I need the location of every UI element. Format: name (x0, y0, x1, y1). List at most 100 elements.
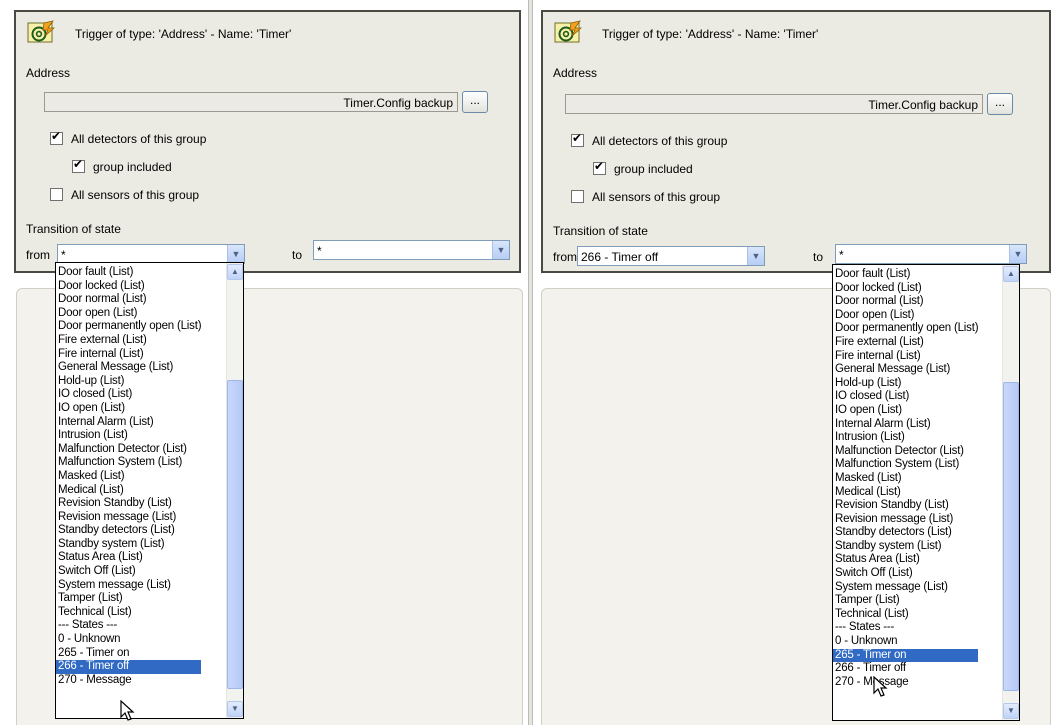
list-item[interactable]: Technical (List) (56, 606, 201, 620)
list-item[interactable]: 266 - Timer off (833, 662, 978, 676)
list-item[interactable]: Malfunction Detector (List) (833, 445, 978, 459)
group-included-checkbox[interactable]: ✔ group included (72, 157, 172, 174)
address-field[interactable]: Timer.Config backup (565, 94, 983, 114)
checkbox-box[interactable] (50, 188, 63, 201)
list-item[interactable]: Door locked (List) (833, 282, 978, 296)
list-item[interactable]: Door fault (List) (833, 268, 978, 282)
list-item[interactable]: Door permanently open (List) (56, 320, 202, 334)
address-label: Address (26, 66, 71, 80)
list-item[interactable]: Masked (List) (833, 472, 978, 486)
list-item[interactable]: Medical (List) (833, 486, 978, 500)
list-item[interactable]: System message (List) (833, 581, 978, 595)
list-item[interactable]: Standby system (List) (833, 540, 978, 554)
from-dropdown-list[interactable]: Door fault (List) Door locked (List) Doo… (55, 262, 244, 719)
list-item[interactable]: Status Area (List) (833, 553, 978, 567)
list-item[interactable]: Fire external (List) (56, 334, 201, 348)
all-sensors-checkbox[interactable]: All sensors of this group (50, 188, 199, 202)
trigger-title: Trigger of type: 'Address' - Name: 'Time… (75, 27, 292, 41)
list-item[interactable]: IO closed (List) (56, 388, 201, 402)
all-detectors-checkbox[interactable]: ✔ All detectors of this group (571, 131, 727, 148)
list-item[interactable]: Tamper (List) (56, 592, 201, 606)
list-item[interactable]: IO open (List) (833, 404, 978, 418)
list-item[interactable]: Fire external (List) (833, 336, 978, 350)
list-item[interactable]: Door locked (List) (56, 280, 201, 294)
chevron-down-icon[interactable]: ▼ (747, 247, 764, 265)
list-item[interactable]: Hold-up (List) (56, 375, 201, 389)
list-item[interactable]: Internal Alarm (List) (833, 418, 978, 432)
trigger-config-box: Trigger of type: 'Address' - Name: 'Time… (14, 10, 521, 273)
chevron-down-icon[interactable]: ▼ (492, 241, 509, 259)
list-item[interactable]: Door open (List) (56, 307, 201, 321)
list-item[interactable]: Malfunction Detector (List) (56, 443, 201, 457)
checkbox-box[interactable]: ✔ (50, 129, 63, 145)
list-item[interactable]: Revision message (List) (56, 511, 201, 525)
chevron-down-icon[interactable]: ▼ (227, 245, 244, 263)
list-item[interactable]: Standby system (List) (56, 538, 201, 552)
list-item[interactable]: Door open (List) (833, 309, 978, 323)
from-combobox[interactable]: * ▼ (57, 244, 245, 264)
list-item[interactable]: IO closed (List) (833, 390, 978, 404)
list-item[interactable]: Switch Off (List) (56, 565, 201, 579)
checkbox-box[interactable]: ✔ (72, 157, 85, 173)
list-item[interactable]: Standby detectors (List) (833, 526, 978, 540)
browse-button[interactable]: ... (462, 91, 488, 113)
to-combobox[interactable]: * ▼ (313, 240, 510, 260)
list-item[interactable]: Intrusion (List) (833, 431, 978, 445)
address-field[interactable]: Timer.Config backup (44, 92, 458, 112)
dropdown-scrollbar[interactable]: ▲ ▼ (1002, 265, 1019, 720)
scroll-up-arrow-icon[interactable]: ▲ (1003, 266, 1019, 282)
list-item[interactable]: General Message (List) (56, 361, 201, 375)
all-sensors-label: All sensors of this group (592, 190, 721, 204)
list-item[interactable]: Revision message (List) (833, 513, 978, 527)
list-item[interactable]: Hold-up (List) (833, 377, 978, 391)
dropdown-scrollbar[interactable]: ▲ ▼ (226, 263, 243, 718)
checkbox-box[interactable] (571, 190, 584, 203)
list-item[interactable]: Door fault (List) (56, 266, 201, 280)
list-item[interactable]: General Message (List) (833, 363, 978, 377)
list-item-selected[interactable]: 265 - Timer on (833, 648, 979, 663)
list-item[interactable]: 270 - Message (833, 676, 978, 690)
list-item[interactable]: 270 - Message (56, 674, 201, 688)
list-item-selected[interactable]: 266 - Timer off (56, 660, 202, 674)
all-sensors-checkbox[interactable]: All sensors of this group (571, 190, 720, 204)
right-panel: Trigger of type: 'Address' - Name: 'Time… (533, 0, 1051, 725)
list-item[interactable]: Door normal (List) (56, 293, 201, 307)
list-item[interactable]: Door permanently open (List) (833, 322, 979, 336)
to-combobox[interactable]: * ▼ (835, 244, 1027, 264)
list-item[interactable]: Standby detectors (List) (56, 524, 201, 538)
list-item[interactable]: Fire internal (List) (833, 350, 978, 364)
list-item[interactable]: Internal Alarm (List) (56, 416, 201, 430)
browse-button[interactable]: ... (987, 93, 1013, 115)
checkbox-box[interactable]: ✔ (593, 159, 606, 175)
list-item[interactable]: Masked (List) (56, 470, 201, 484)
from-combobox[interactable]: 266 - Timer off ▼ (577, 246, 765, 266)
to-dropdown-list[interactable]: Door fault (List) Door locked (List) Doo… (832, 264, 1020, 721)
scrollbar-thumb[interactable] (1003, 382, 1019, 691)
scroll-down-arrow-icon[interactable]: ▼ (1003, 703, 1019, 719)
list-item[interactable]: 0 - Unknown (56, 633, 201, 647)
scroll-down-arrow-icon[interactable]: ▼ (227, 701, 243, 717)
scrollbar-thumb[interactable] (227, 380, 243, 689)
list-item[interactable]: Malfunction System (List) (56, 456, 201, 470)
list-item[interactable]: IO open (List) (56, 402, 201, 416)
list-item[interactable]: Malfunction System (List) (833, 458, 978, 472)
list-item[interactable]: Revision Standby (List) (833, 499, 978, 513)
list-item[interactable]: Fire internal (List) (56, 348, 201, 362)
checkbox-box[interactable]: ✔ (571, 131, 584, 147)
list-item[interactable]: Medical (List) (56, 484, 201, 498)
list-item[interactable]: 0 - Unknown (833, 635, 978, 649)
list-item[interactable]: Intrusion (List) (56, 429, 201, 443)
check-mark-icon: ✔ (73, 157, 84, 171)
list-item[interactable]: System message (List) (56, 579, 201, 593)
list-item[interactable]: 265 - Timer on (56, 647, 201, 661)
list-item[interactable]: Technical (List) (833, 608, 978, 622)
all-detectors-checkbox[interactable]: ✔ All detectors of this group (50, 129, 206, 146)
list-item[interactable]: Switch Off (List) (833, 567, 978, 581)
list-item[interactable]: Door normal (List) (833, 295, 978, 309)
chevron-down-icon[interactable]: ▼ (1009, 245, 1026, 263)
list-item[interactable]: Status Area (List) (56, 551, 201, 565)
list-item[interactable]: Tamper (List) (833, 594, 978, 608)
list-item[interactable]: Revision Standby (List) (56, 497, 201, 511)
group-included-checkbox[interactable]: ✔ group included (593, 159, 693, 176)
scroll-up-arrow-icon[interactable]: ▲ (227, 264, 243, 280)
